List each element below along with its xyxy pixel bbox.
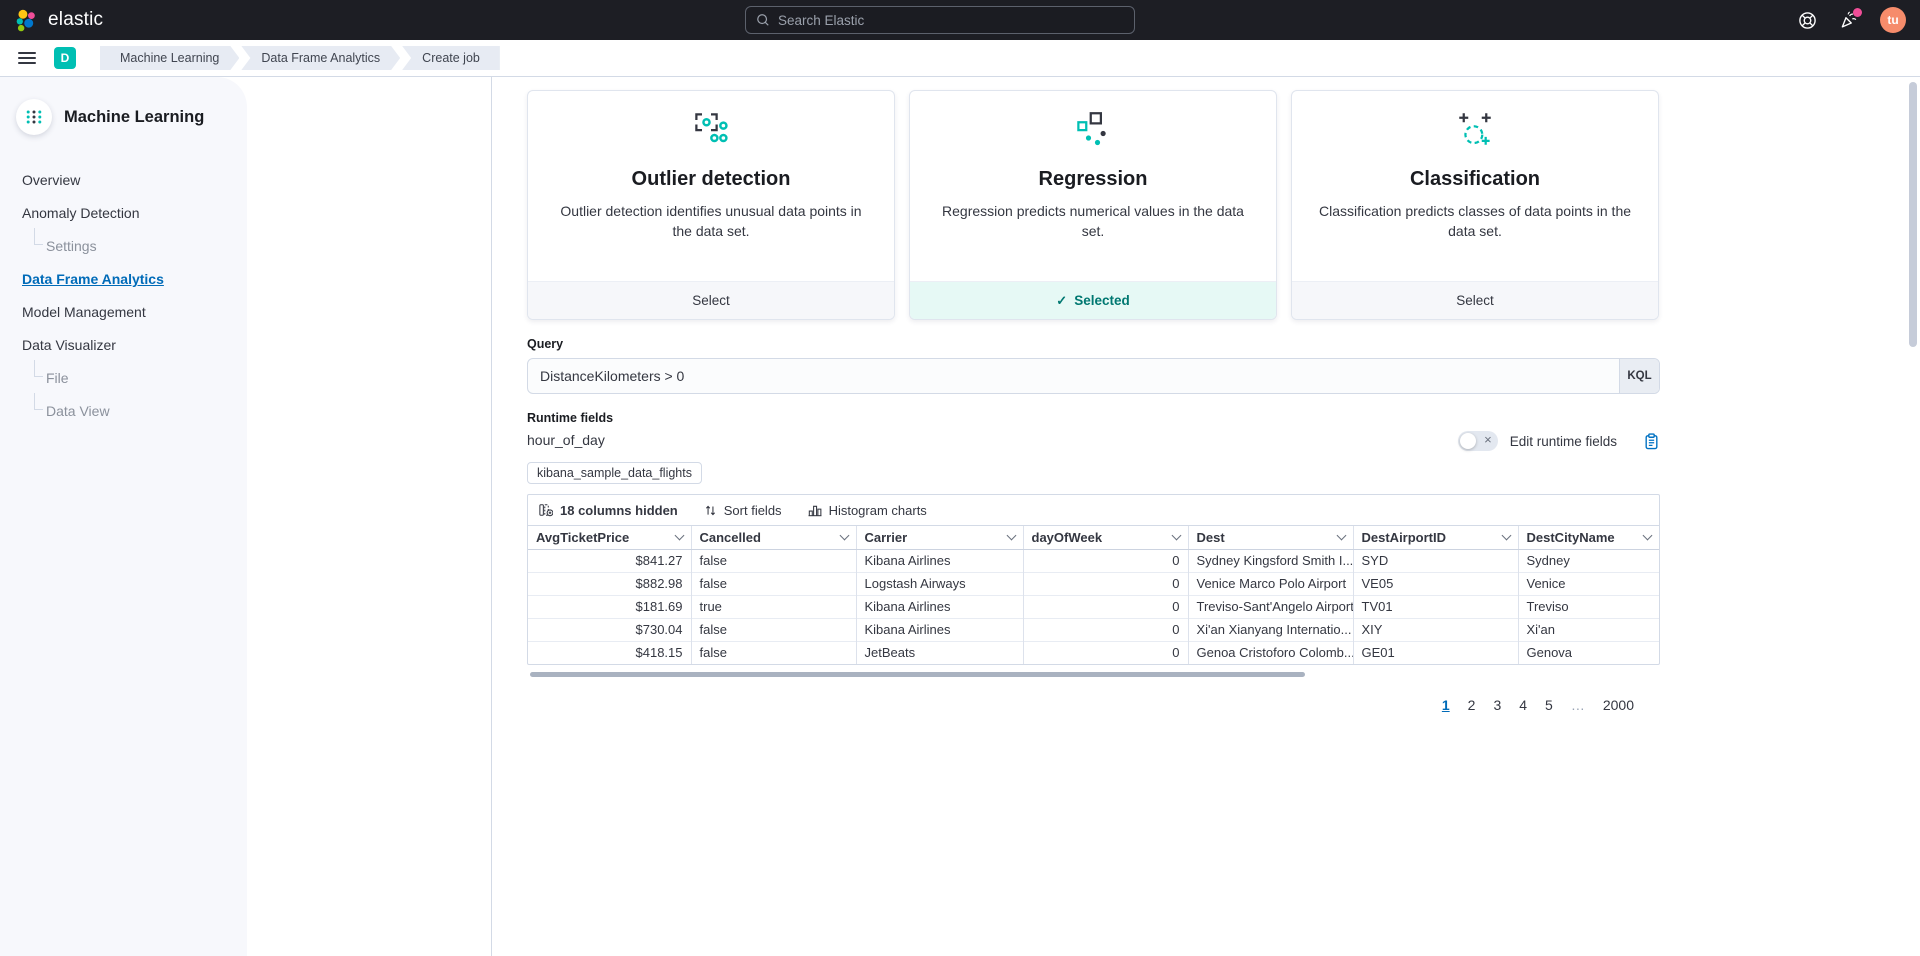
- pagination-ellipsis: …: [1571, 697, 1585, 956]
- sidebar-item-settings[interactable]: Settings: [34, 235, 231, 258]
- global-header: elastic tu: [0, 0, 1920, 40]
- grid-row[interactable]: $882.98falseLogstash Airways0Venice Marc…: [528, 572, 1659, 595]
- histogram-charts-button[interactable]: Histogram charts: [808, 503, 927, 518]
- grid-header-row: AvgTicketPriceCancelledCarrierdayOfWeekD…: [528, 526, 1659, 549]
- regression-selected-button[interactable]: ✓ Selected: [910, 281, 1276, 319]
- select-classification-button[interactable]: Select: [1292, 281, 1658, 319]
- sidebar-nav: Overview Anomaly Detection Settings Data Fr…: [16, 169, 231, 423]
- grid-row[interactable]: $181.69trueKibana Airlines0Treviso-Sant'…: [528, 595, 1659, 618]
- pagination-pages: 12345… 2000: [1442, 697, 1634, 956]
- ml-sidebar: Machine Learning Overview Anomaly Detecti…: [0, 77, 247, 956]
- sidebar-title: Machine Learning: [64, 108, 204, 127]
- search-icon: [756, 13, 770, 27]
- grid-row[interactable]: $841.27falseKibana Airlines0Sydney Kings…: [528, 549, 1659, 572]
- grid-column-header[interactable]: dayOfWeek: [1023, 526, 1188, 549]
- job-type-cards: Outlier detection Outlier detection iden…: [527, 90, 1660, 320]
- content-left-gap: [247, 77, 492, 956]
- card-description: Classification predicts classes of data …: [1316, 201, 1634, 242]
- pagination-page[interactable]: 3: [1493, 697, 1501, 956]
- card-title: Regression: [1039, 168, 1148, 191]
- space-badge[interactable]: D: [54, 47, 76, 69]
- grid-column-header[interactable]: Cancelled: [691, 526, 856, 549]
- pagination: 12345… 2000: [1416, 697, 1660, 956]
- card-description: Regression predicts numerical values in …: [934, 201, 1252, 242]
- close-icon: ×: [1484, 432, 1492, 447]
- card-description: Outlier detection identifies unusual dat…: [552, 201, 870, 242]
- chevron-down-icon[interactable]: [1643, 531, 1653, 541]
- global-search-input[interactable]: [778, 13, 1124, 28]
- chevron-down-icon[interactable]: [1006, 531, 1016, 541]
- vertical-scrollbar[interactable]: [1909, 82, 1917, 347]
- news-cheer-icon[interactable]: [1839, 11, 1858, 30]
- edit-runtime-toggle[interactable]: ×: [1458, 431, 1498, 451]
- grid-column-header[interactable]: Dest: [1188, 526, 1353, 549]
- card-title: Classification: [1410, 168, 1540, 191]
- copy-clipboard-icon[interactable]: [1643, 433, 1660, 450]
- grid-column-header[interactable]: Carrier: [856, 526, 1023, 549]
- outlier-detection-icon: [693, 111, 729, 152]
- sort-fields-button[interactable]: Sort fields: [704, 503, 782, 518]
- machine-learning-app-icon: [16, 99, 52, 135]
- pagination-page[interactable]: 4: [1519, 697, 1527, 956]
- pagination-page[interactable]: 2000: [1603, 697, 1634, 956]
- chevron-down-icon[interactable]: [1336, 531, 1346, 541]
- create-job-wizard: Outlier detection Outlier detection iden…: [492, 77, 1920, 956]
- histogram-icon: [808, 503, 822, 517]
- breadcrumb-item[interactable]: Machine Learning: [100, 46, 239, 70]
- breadcrumb-item[interactable]: Data Frame Analytics: [241, 46, 400, 70]
- sidebar-item-overview[interactable]: Overview: [22, 169, 231, 192]
- grid-body: $841.27falseKibana Airlines0Sydney Kings…: [528, 549, 1659, 664]
- columns-icon: [539, 503, 553, 517]
- check-icon: ✓: [1056, 293, 1067, 309]
- flights-data-table: AvgTicketPriceCancelledCarrierdayOfWeekD…: [528, 526, 1659, 664]
- chevron-down-icon[interactable]: [1171, 531, 1181, 541]
- card-regression[interactable]: Regression Regression predicts numerical…: [909, 90, 1277, 320]
- help-icon[interactable]: [1798, 11, 1817, 30]
- pagination-page[interactable]: 2: [1468, 697, 1476, 956]
- grid-row[interactable]: $730.04falseKibana Airlines0Xi'an Xianya…: [528, 618, 1659, 641]
- card-outlier-detection[interactable]: Outlier detection Outlier detection iden…: [527, 90, 895, 320]
- sidebar-item-file[interactable]: File: [34, 367, 231, 390]
- pagination-page[interactable]: 5: [1545, 697, 1553, 956]
- elastic-logo-icon: [14, 8, 39, 33]
- grid-column-header[interactable]: DestCityName: [1518, 526, 1659, 549]
- chevron-down-icon[interactable]: [674, 531, 684, 541]
- global-search[interactable]: [745, 6, 1135, 34]
- horizontal-scrollbar[interactable]: [530, 672, 1305, 677]
- grid-column-header[interactable]: DestAirportID: [1353, 526, 1518, 549]
- source-data-grid: 18 columns hidden Sort fields Histogram …: [527, 494, 1660, 665]
- pagination-page[interactable]: 1: [1442, 697, 1450, 956]
- elastic-logo[interactable]: elastic: [14, 8, 103, 33]
- sidebar-item-data-visualizer[interactable]: Data Visualizer: [22, 334, 231, 357]
- regression-icon: [1075, 111, 1111, 152]
- chevron-down-icon[interactable]: [839, 531, 849, 541]
- user-avatar[interactable]: tu: [1880, 7, 1906, 33]
- sidebar-item-anomaly-detection[interactable]: Anomaly Detection: [22, 202, 231, 225]
- classification-icon: [1457, 111, 1493, 152]
- query-label: Query: [527, 337, 1660, 351]
- card-title: Outlier detection: [632, 168, 791, 191]
- sort-icon: [704, 504, 717, 517]
- select-outlier-button[interactable]: Select: [528, 281, 894, 319]
- query-input[interactable]: [528, 359, 1619, 393]
- columns-hidden-button[interactable]: 18 columns hidden: [539, 503, 678, 518]
- index-pattern-badge[interactable]: kibana_sample_data_flights: [527, 462, 702, 484]
- query-language-button[interactable]: KQL: [1619, 359, 1659, 393]
- query-bar: KQL: [527, 358, 1660, 394]
- sidebar-item-data-view[interactable]: Data View: [34, 400, 231, 423]
- notification-dot: [1853, 8, 1862, 17]
- sidebar-item-data-frame-analytics[interactable]: Data Frame Analytics: [22, 268, 231, 291]
- edit-runtime-label: Edit runtime fields: [1510, 434, 1617, 449]
- breadcrumb: Machine LearningData Frame AnalyticsCrea…: [100, 46, 500, 70]
- sidebar-item-model-management[interactable]: Model Management: [22, 301, 231, 324]
- card-classification[interactable]: Classification Classification predicts c…: [1291, 90, 1659, 320]
- menu-hamburger-icon[interactable]: [10, 43, 44, 73]
- logo-text: elastic: [48, 9, 103, 31]
- runtime-fields-label: Runtime fields: [527, 411, 1660, 425]
- breadcrumb-item[interactable]: Create job: [402, 46, 500, 70]
- chevron-down-icon[interactable]: [1501, 531, 1511, 541]
- grid-row[interactable]: $418.15falseJetBeats0Genoa Cristoforo Co…: [528, 641, 1659, 664]
- grid-column-header[interactable]: AvgTicketPrice: [528, 526, 691, 549]
- breadcrumb-bar: D Machine LearningData Frame AnalyticsCr…: [0, 40, 1920, 77]
